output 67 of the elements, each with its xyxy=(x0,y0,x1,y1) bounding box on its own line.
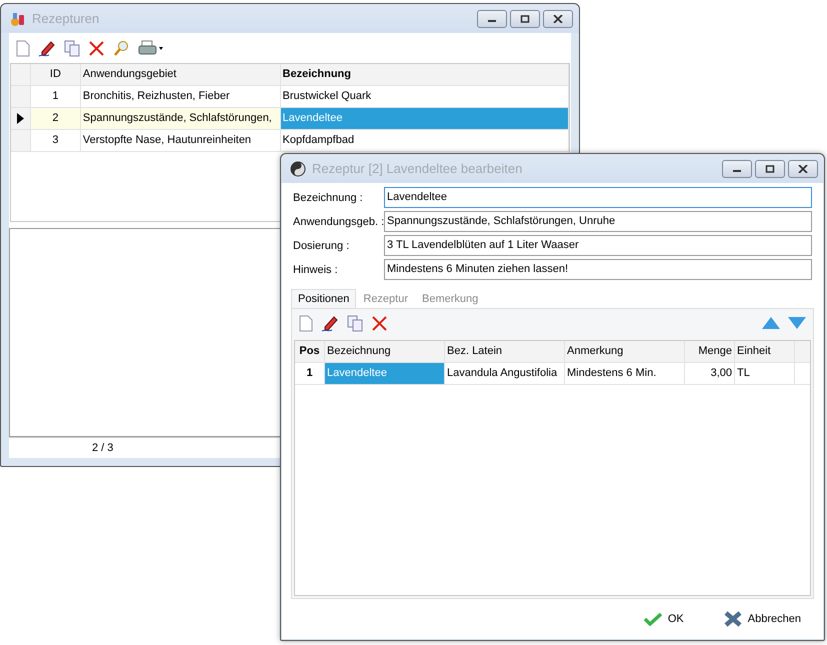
document-icon xyxy=(299,314,313,332)
table-cell: 1 xyxy=(30,86,81,107)
window-title: Rezepturen xyxy=(32,11,100,26)
yin-yang-icon xyxy=(290,160,306,176)
delete-icon xyxy=(88,40,105,56)
close-icon xyxy=(798,164,808,172)
input-field[interactable]: 3 TL Lavendelblüten auf 1 Liter Waaser xyxy=(384,235,812,256)
triangle-up-icon xyxy=(762,317,780,329)
current-row-icon xyxy=(16,113,24,124)
copy-icon xyxy=(64,40,80,56)
table-cell: 2 xyxy=(30,108,81,129)
search-icon xyxy=(113,40,130,56)
dialog-button[interactable]: OK xyxy=(642,610,686,628)
input-field[interactable]: Spannungszustände, Schlafstörungen, Unruhe xyxy=(384,211,812,232)
minimize-button[interactable] xyxy=(477,10,507,28)
pencil-icon xyxy=(321,314,339,332)
table-cell: Verstopfte Nase, Hautunreinheiten xyxy=(80,130,281,151)
column-header[interactable]: Anwendungsgebiet xyxy=(80,64,281,85)
table-cell: Bronchitis, Reizhusten, Fieber xyxy=(80,86,281,107)
column-header[interactable]: Einheit xyxy=(735,341,795,362)
maximize-button[interactable] xyxy=(755,160,785,178)
window-title: Rezeptur [2] Lavendeltee bearbeiten xyxy=(312,161,522,176)
triangle-down-icon xyxy=(788,317,806,329)
column-header[interactable]: Pos xyxy=(295,341,325,362)
table-cell: Lavendeltee xyxy=(280,108,570,129)
pencil-icon xyxy=(38,40,56,56)
close-button[interactable] xyxy=(788,160,818,178)
close-button[interactable] xyxy=(543,10,573,28)
printer-icon xyxy=(138,40,164,56)
maximize-button[interactable] xyxy=(510,10,540,28)
minimize-button[interactable] xyxy=(722,160,752,178)
table-cell: 3,00 xyxy=(685,363,735,384)
document-icon xyxy=(16,40,30,56)
column-header[interactable]: Bezeichnung xyxy=(280,64,570,85)
column-header[interactable]: Anmerkung xyxy=(565,341,685,362)
table-cell: Lavandula Angustifolia xyxy=(445,363,565,384)
table-cell: TL xyxy=(735,363,795,384)
maximize-icon xyxy=(765,164,775,172)
field-label: Dosierung : xyxy=(293,240,350,252)
input-field[interactable]: Mindestens 6 Minuten ziehen lassen! xyxy=(384,259,812,280)
column-header[interactable]: Bez. Latein xyxy=(445,341,565,362)
close-icon xyxy=(553,14,563,22)
table-cell: Mindestens 6 Min. xyxy=(565,363,685,384)
input-field[interactable]: Lavendeltee xyxy=(384,187,812,208)
record-counter: 2 / 3 xyxy=(92,442,114,454)
field-label: Bezeichnung : xyxy=(293,192,364,204)
table-cell: 3 xyxy=(30,130,81,151)
field-label: Anwendungsgeb. : xyxy=(293,216,384,228)
table-cell: Brustwickel Quark xyxy=(280,86,570,107)
copy-icon xyxy=(347,314,363,332)
column-header[interactable]: Menge xyxy=(685,341,735,362)
table-cell: Spannungszustände, Schlafstörungen, xyxy=(80,108,281,129)
row-indicator[interactable] xyxy=(11,108,31,129)
move-up-button[interactable] xyxy=(759,315,783,331)
table-cell: Lavendeltee xyxy=(325,363,445,384)
cross-icon xyxy=(724,611,742,627)
table-cell: Kopfdampfbad xyxy=(280,130,570,151)
dialog-button[interactable]: Abbrechen xyxy=(722,609,803,629)
move-down-button[interactable] xyxy=(785,315,809,331)
column-header[interactable]: ID xyxy=(30,64,81,85)
tab[interactable]: Positionen xyxy=(291,289,356,308)
maximize-icon xyxy=(520,14,530,22)
flask-icon xyxy=(10,10,26,26)
delete-icon xyxy=(371,314,388,332)
checkmark-icon xyxy=(644,612,662,626)
field-label: Hinweis : xyxy=(293,264,339,276)
column-header[interactable]: Bezeichnung xyxy=(325,341,445,362)
